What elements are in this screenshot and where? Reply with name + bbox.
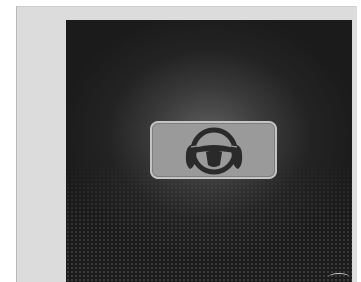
page bbox=[0, 0, 361, 282]
corner-decoration bbox=[328, 273, 350, 282]
dotted-floor-pattern bbox=[66, 162, 352, 282]
steering-wheel-hands-on-icon bbox=[185, 127, 243, 175]
instrument-display bbox=[66, 20, 352, 282]
steering-wheel-indicator bbox=[150, 121, 277, 179]
display-frame bbox=[16, 6, 357, 282]
